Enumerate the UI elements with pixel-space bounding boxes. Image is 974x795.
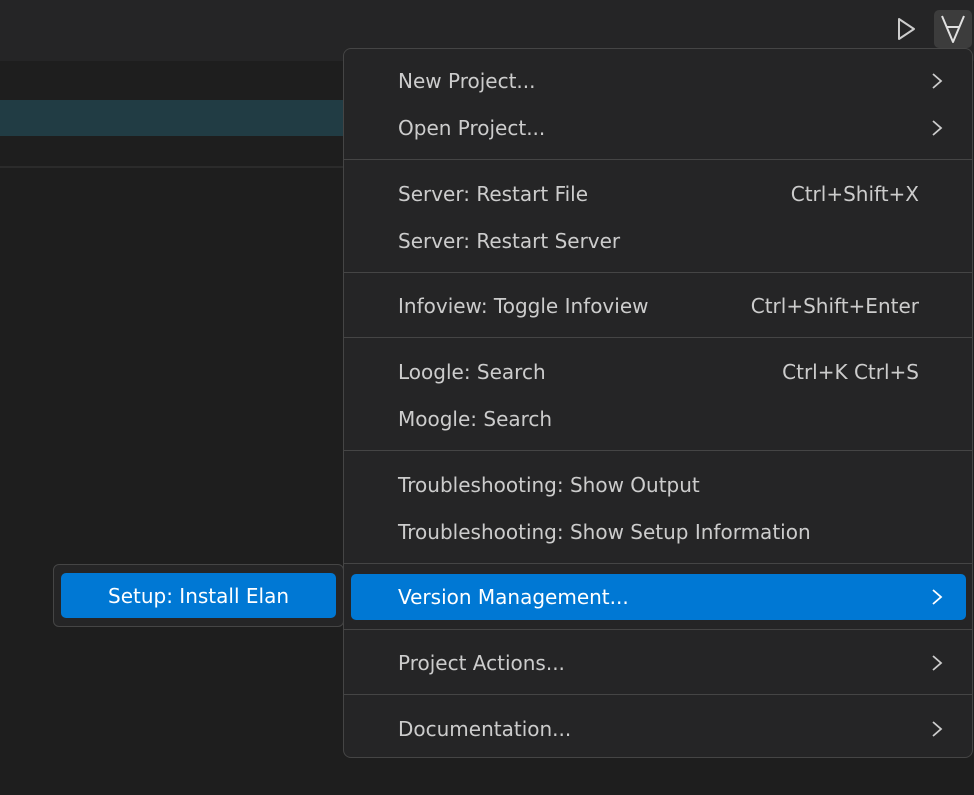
menu-item-version-management[interactable]: Version Management... [351,574,966,620]
menu-separator [344,629,972,630]
chevron-right-icon [932,655,943,671]
menu-item-open-project[interactable]: Open Project... [351,105,966,151]
menu-item-label: Moogle: Search [398,407,553,431]
menu-item-label: Open Project... [398,116,546,140]
menu-separator [344,337,972,338]
menu-separator [344,159,972,160]
editor-divider [0,166,344,168]
menu-item-label: Server: Restart File [398,182,589,206]
forall-icon [941,15,965,43]
menu-item-label: Project Actions... [398,651,565,675]
menu-item-documentation[interactable]: Documentation... [351,706,966,752]
menu-item-toggle-infoview[interactable]: Infoview: Toggle Infoview Ctrl+Shift+Ent… [351,283,966,329]
menu-item-loogle-search[interactable]: Loogle: Search Ctrl+K Ctrl+S [351,349,966,395]
menu-item-restart-server[interactable]: Server: Restart Server [351,218,966,264]
menu-separator [344,694,972,695]
menu-item-label: Server: Restart Server [398,229,621,253]
menu-separator [344,563,972,564]
lean-menu-button[interactable] [934,10,972,48]
menu-separator [344,450,972,451]
run-button[interactable] [888,12,924,46]
menu-item-label: Troubleshooting: Show Setup Information [398,520,811,544]
chevron-right-icon [932,589,943,605]
menu-item-moogle-search[interactable]: Moogle: Search [351,396,966,442]
submenu-item-install-elan[interactable]: Setup: Install Elan [61,573,336,618]
menu-item-shortcut: Ctrl+K Ctrl+S [782,360,919,384]
menu-item-shortcut: Ctrl+Shift+X [790,182,919,206]
menu-separator [344,272,972,273]
version-management-submenu: Setup: Install Elan [53,564,344,627]
menu-item-show-setup-info[interactable]: Troubleshooting: Show Setup Information [351,509,966,555]
editor-line-highlight [0,100,344,136]
menu-item-label: Loogle: Search [398,360,546,384]
menu-item-new-project[interactable]: New Project... [351,58,966,104]
menu-item-label: New Project... [398,69,536,93]
lean-context-menu: New Project... Open Project... Server: R… [343,48,973,758]
menu-item-label: Troubleshooting: Show Output [398,473,700,497]
submenu-item-label: Setup: Install Elan [108,583,289,608]
menu-item-show-output[interactable]: Troubleshooting: Show Output [351,462,966,508]
menu-item-label: Documentation... [398,717,572,741]
menu-item-project-actions[interactable]: Project Actions... [351,640,966,686]
chevron-right-icon [932,73,943,89]
menu-item-shortcut: Ctrl+Shift+Enter [750,294,919,318]
menu-item-label: Version Management... [398,585,629,609]
chevron-right-icon [932,120,943,136]
chevron-right-icon [932,721,943,737]
menu-item-label: Infoview: Toggle Infoview [398,294,649,318]
menu-item-restart-file[interactable]: Server: Restart File Ctrl+Shift+X [351,171,966,217]
play-icon [898,18,915,40]
